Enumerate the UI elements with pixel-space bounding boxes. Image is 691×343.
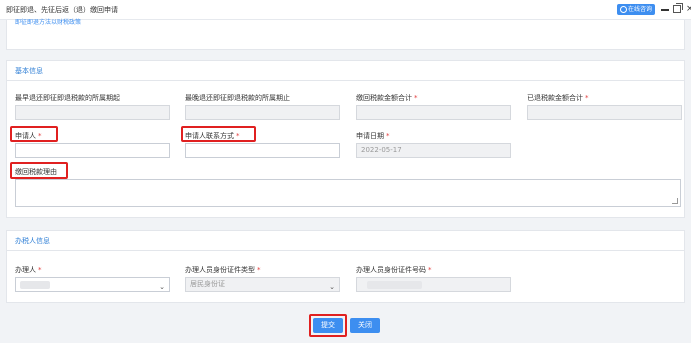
latest-period-input <box>185 105 340 120</box>
handler-info-panel: 办税人信息 办理人 * 办理人员身份证件类型 * 办理人员身份证件号码 * ⌄ 居民身… <box>6 230 685 303</box>
handler-info-title: 办税人信息 <box>7 231 684 251</box>
top-panel-cut-text: 即征即退方法以财税政策 <box>15 19 82 26</box>
returned-total-label: 缴回税款金额合计 * <box>356 94 418 102</box>
handler-label: 办理人 * <box>15 266 42 274</box>
apply-date-label: 申请日期 * <box>356 132 390 140</box>
earliest-period-label: 最早退还即征即退税款的所属期起 <box>15 94 120 102</box>
applicant-contact-input[interactable] <box>185 143 340 158</box>
returned-total-input <box>356 105 511 120</box>
handler-redacted <box>20 281 50 289</box>
highlight-applicant-contact <box>181 126 256 142</box>
close-button[interactable]: 关闭 <box>350 318 380 333</box>
apply-date-input: 2022-05-17 <box>356 143 511 158</box>
earliest-period-input <box>15 105 170 120</box>
title-bar: 即征即退、先征后返（退）缴回申请 在线咨询 × <box>0 0 691 20</box>
id-number-input <box>356 277 511 292</box>
headset-icon <box>620 6 627 13</box>
refunded-total-label: 已退税款金额合计 * <box>527 94 589 102</box>
id-type-select: 居民身份证 ⌄ <box>185 277 340 292</box>
top-panel: 即征即退方法以财税政策 <box>6 19 685 50</box>
reason-textarea[interactable] <box>15 179 681 207</box>
id-number-redacted <box>367 281 422 289</box>
basic-info-title: 基本信息 <box>7 61 684 81</box>
handler-select[interactable]: ⌄ <box>15 277 170 292</box>
applicant-input[interactable] <box>15 143 170 158</box>
id-type-label: 办理人员身份证件类型 * <box>185 266 261 274</box>
maximize-icon[interactable] <box>673 3 683 13</box>
close-icon[interactable]: × <box>686 3 691 15</box>
online-consult-label: 在线咨询 <box>628 6 653 13</box>
chevron-down-icon: ⌄ <box>329 283 335 291</box>
refunded-total-input <box>527 105 682 120</box>
latest-period-label: 最晚退还即征即退税款的所属期止 <box>185 94 290 102</box>
minimize-icon[interactable] <box>661 9 669 11</box>
online-consult-button[interactable]: 在线咨询 <box>617 4 655 15</box>
window-title: 即征即退、先征后返（退）缴回申请 <box>6 6 118 14</box>
highlight-applicant <box>10 126 58 142</box>
chevron-down-icon: ⌄ <box>159 283 165 291</box>
id-number-label: 办理人员身份证件号码 * <box>356 266 432 274</box>
highlight-reason <box>10 162 68 179</box>
id-type-value: 居民身份证 <box>190 280 225 288</box>
basic-info-panel: 基本信息 最早退还即征即退税款的所属期起 最晚退还即征即退税款的所属期止 缴回税… <box>6 60 685 218</box>
highlight-submit <box>309 314 347 337</box>
